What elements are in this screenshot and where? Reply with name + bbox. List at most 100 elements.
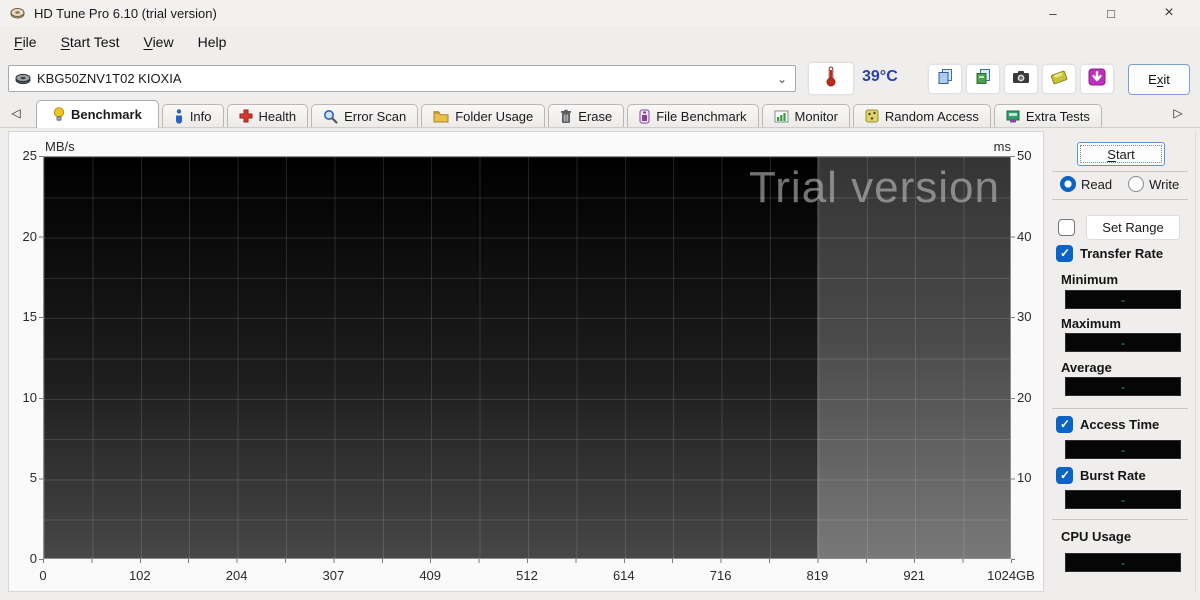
- copy-button[interactable]: [928, 64, 962, 94]
- y-left-unit: MB/s: [45, 139, 75, 154]
- close-button[interactable]: ×: [1140, 0, 1198, 26]
- minimum-label: Minimum: [1061, 272, 1119, 287]
- thermometer-icon: [825, 65, 837, 92]
- tab-scroll-right-icon[interactable]: ▷: [1168, 106, 1188, 120]
- set-range-button[interactable]: Set Range: [1086, 215, 1180, 240]
- menu-bar: File Start Test View Help: [2, 27, 238, 56]
- benchmark-controls-panel: Start Read Write Set Range Transfer Rate…: [1048, 131, 1196, 592]
- app-icon: [10, 6, 25, 21]
- tab-benchmark[interactable]: Benchmark: [36, 100, 159, 128]
- tab-file-benchmark[interactable]: File Benchmark: [627, 104, 759, 127]
- access-time-row: Access Time: [1056, 416, 1159, 433]
- y-left-ticks: [39, 156, 43, 560]
- average-value: -: [1065, 377, 1181, 396]
- temperature-button[interactable]: [808, 62, 854, 95]
- menu-start-test[interactable]: Start Test: [49, 30, 132, 54]
- set-range-checkbox[interactable]: [1058, 219, 1075, 236]
- axis-tick-label: 102: [128, 568, 151, 583]
- title-bar: HD Tune Pro 6.10 (trial version) – □ ×: [0, 0, 1200, 26]
- info-icon: [175, 108, 182, 123]
- health-cross-icon: [239, 109, 252, 123]
- axis-tick-label: 512: [516, 568, 538, 583]
- axis-tick-label: 409: [419, 568, 442, 583]
- copy-image-icon: [975, 68, 992, 90]
- axis-tick-label: 716: [709, 568, 732, 583]
- screenshot-button[interactable]: [1004, 64, 1038, 94]
- panel-divider: [1052, 171, 1188, 172]
- tab-extra-tests[interactable]: Extra Tests: [993, 104, 1102, 127]
- menu-file[interactable]: File: [2, 30, 49, 54]
- drive-icon: [15, 73, 31, 85]
- axis-tick-label: 5: [29, 470, 37, 486]
- file-benchmark-icon: [639, 109, 650, 123]
- plot-gridlines: [44, 157, 1010, 558]
- cpu-usage-value: -: [1065, 553, 1181, 572]
- menu-view[interactable]: View: [131, 30, 185, 54]
- exit-button[interactable]: Ex it: [1128, 64, 1190, 95]
- y-right-ticks: [1011, 156, 1015, 560]
- minimum-value: -: [1065, 290, 1181, 309]
- burst-rate-value: -: [1065, 490, 1181, 509]
- maximum-label: Maximum: [1061, 316, 1121, 331]
- lightbulb-icon: [53, 107, 65, 121]
- cpu-usage-label: CPU Usage: [1061, 529, 1132, 544]
- axis-tick-label: 819: [806, 568, 829, 583]
- download-button[interactable]: [1080, 64, 1114, 94]
- set-range-row: Set Range: [1058, 215, 1180, 240]
- panel-divider: [1052, 408, 1188, 409]
- axis-tick-label: 921: [903, 568, 926, 583]
- temperature-value: 39°C: [862, 68, 898, 85]
- axis-tick-label: 614: [612, 568, 635, 583]
- tab-random-access[interactable]: Random Access: [852, 104, 991, 127]
- drive-selector-value: KBG50ZNV1T02 KIOXIA: [37, 71, 182, 86]
- trial-watermark: Trial version: [749, 163, 1000, 212]
- radio-selected-icon: [1060, 176, 1076, 192]
- camera-icon: [1012, 70, 1030, 89]
- tab-info[interactable]: Info: [161, 104, 224, 127]
- maximum-value: -: [1065, 333, 1181, 352]
- tab-health[interactable]: Health: [226, 104, 309, 127]
- folder-icon: [433, 110, 449, 122]
- benchmark-plot-area: Trial version: [43, 156, 1011, 559]
- axis-tick-label: 30: [1017, 309, 1032, 325]
- panel-divider: [1052, 519, 1188, 520]
- average-label: Average: [1061, 360, 1112, 375]
- axis-tick-label: 204: [225, 568, 248, 583]
- save-button[interactable]: [1042, 64, 1076, 94]
- download-icon: [1088, 68, 1106, 91]
- axis-tick-label: 0: [29, 551, 37, 566]
- read-radio[interactable]: Read: [1060, 176, 1112, 192]
- radio-unselected-icon: [1128, 176, 1145, 192]
- tab-folder-usage[interactable]: Folder Usage: [421, 104, 546, 127]
- tab-erase[interactable]: Erase: [548, 104, 625, 127]
- random-access-icon: [865, 109, 879, 123]
- tab-error-scan[interactable]: Error Scan: [311, 104, 419, 127]
- transfer-rate-checkbox[interactable]: [1056, 245, 1073, 262]
- minimize-button[interactable]: –: [1024, 0, 1082, 26]
- access-time-value: -: [1065, 440, 1181, 459]
- drive-selector[interactable]: KBG50ZNV1T02 KIOXIA ⌄: [8, 65, 796, 92]
- tab-bar: ◁ Benchmark Info Health Error Scan Folde…: [0, 100, 1200, 128]
- tab-scroll-left-icon[interactable]: ◁: [6, 106, 26, 120]
- window-title: HD Tune Pro 6.10 (trial version): [34, 5, 217, 21]
- monitor-icon: [774, 110, 789, 122]
- mode-radio-group: Read Write: [1060, 176, 1179, 192]
- axis-tick-label: 25: [22, 148, 37, 163]
- hdtune-window: { "window": { "title": "HD Tune Pro 6.10…: [0, 0, 1200, 600]
- copy-icon: [937, 68, 954, 90]
- axis-tick-label: 10: [1017, 470, 1032, 486]
- access-time-checkbox[interactable]: [1056, 416, 1073, 433]
- menu-help[interactable]: Help: [186, 30, 239, 54]
- copy-image-button[interactable]: [966, 64, 1000, 94]
- write-radio[interactable]: Write: [1128, 176, 1179, 192]
- start-button[interactable]: Start: [1077, 142, 1165, 166]
- benchmark-chart-panel: Trial version MB/s ms 25 20 15 10 5 0 50 40 30 20…: [8, 131, 1044, 592]
- burst-rate-row: Burst Rate: [1056, 467, 1146, 484]
- axis-tick-label: 10: [22, 389, 37, 405]
- tab-monitor[interactable]: Monitor: [761, 104, 850, 127]
- burst-rate-checkbox[interactable]: [1056, 467, 1073, 484]
- y-right-unit: ms: [993, 139, 1011, 154]
- axis-tick-label: 307: [322, 568, 345, 583]
- axis-tick-label: 20: [1017, 389, 1032, 405]
- maximize-button[interactable]: □: [1082, 0, 1140, 26]
